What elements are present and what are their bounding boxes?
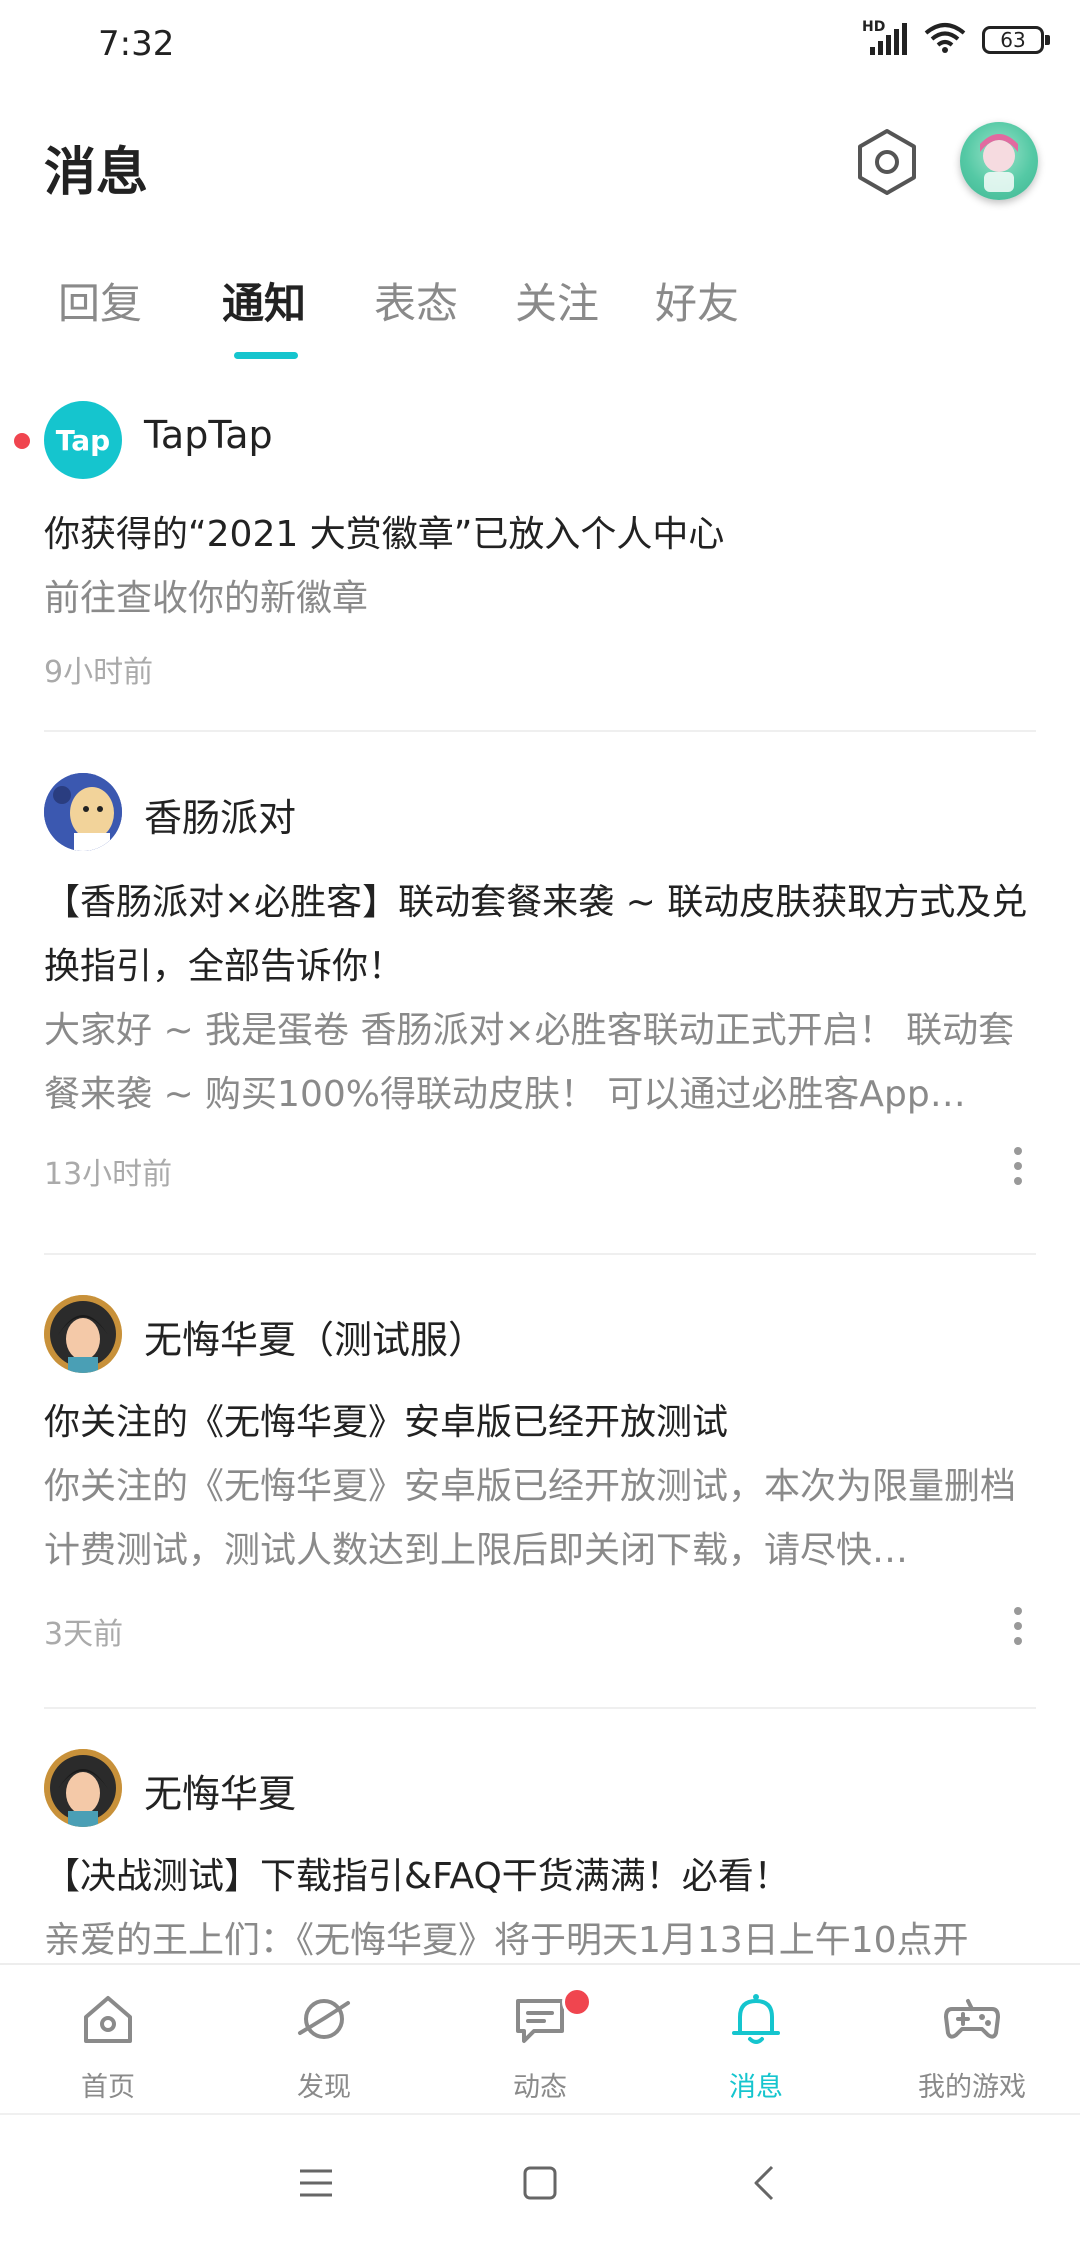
- square-icon: [523, 2166, 557, 2200]
- bell-icon: [732, 1994, 780, 2044]
- more-vertical-icon: [1014, 1147, 1022, 1185]
- notification-title: 【决战测试】下载指引&FAQ干货满满！必看！: [44, 1856, 790, 1897]
- notification-time: 9小时前: [44, 655, 154, 690]
- notification-source[interactable]: 无悔华夏: [144, 1763, 296, 1818]
- menu-button[interactable]: [286, 2153, 346, 2213]
- battery-icon: 63: [982, 26, 1050, 54]
- divider: [44, 730, 1036, 732]
- message-tabs: 回复 通知 表态 关注 好友: [0, 270, 1080, 360]
- nav-feed-label: 动态: [513, 2072, 567, 2103]
- status-bar: 7:32 HD 63: [0, 0, 1080, 90]
- tab-notification[interactable]: 通知: [222, 270, 306, 331]
- nav-my-games-label: 我的游戏: [918, 2072, 1026, 2103]
- sausage-party-avatar[interactable]: [44, 773, 122, 851]
- notification-source[interactable]: 香肠派对: [144, 787, 296, 842]
- tab-friends[interactable]: 好友: [655, 270, 739, 331]
- active-tab-indicator: [234, 352, 298, 359]
- notification-list: Tap TapTap 你获得的“2021 大赏徽章”已放入个人中心 前往查收你的…: [0, 395, 1080, 1965]
- notification-time: 3天前: [44, 1617, 124, 1652]
- wifi-icon: [924, 22, 966, 58]
- taptap-logo-icon[interactable]: Tap: [44, 401, 122, 479]
- menu-icon: [300, 2169, 332, 2197]
- planet-icon: [298, 1999, 350, 2039]
- gamepad-icon: [944, 1999, 1000, 2039]
- signal-icon: HD: [862, 19, 908, 57]
- back-button[interactable]: [736, 2153, 796, 2213]
- more-options-button[interactable]: [1000, 1601, 1036, 1651]
- page-title: 消息: [44, 143, 149, 203]
- notification-title: 你关注的《无悔华夏》安卓版已经开放测试: [44, 1402, 729, 1443]
- notification-source[interactable]: 无悔华夏（测试服）: [144, 1309, 486, 1364]
- notification-badge: [562, 1987, 592, 2017]
- system-navigation-bar: [0, 2113, 1080, 2246]
- unread-dot: [14, 433, 30, 449]
- status-time: 7:32: [98, 24, 175, 64]
- settings-button[interactable]: [850, 125, 924, 199]
- notification-source[interactable]: TapTap: [144, 413, 273, 457]
- notification-title: 【香肠派对×必胜客】联动套餐来袭 ~ 联动皮肤获取方式及兑换指引，全部告诉你！: [44, 882, 1028, 987]
- status-icons: HD 63: [862, 19, 1050, 58]
- nav-home-label: 首页: [81, 2072, 135, 2103]
- back-arrow-icon: [754, 2165, 774, 2201]
- chat-icon: [516, 1999, 564, 2043]
- nav-messages-label: 消息: [729, 2072, 783, 2103]
- more-vertical-icon: [1014, 1607, 1022, 1645]
- tab-reaction[interactable]: 表态: [374, 270, 458, 331]
- network-label: HD: [862, 19, 886, 35]
- taptap-logo-text: Tap: [55, 423, 111, 457]
- user-avatar-button[interactable]: [960, 122, 1038, 200]
- wuhui-huaxia-avatar[interactable]: [44, 1749, 122, 1827]
- notification-body: 前往查收你的新徽章: [44, 578, 369, 619]
- nav-home[interactable]: 首页: [0, 1965, 216, 2115]
- tab-follow[interactable]: 关注: [515, 270, 599, 331]
- notification-title: 你获得的“2021 大赏徽章”已放入个人中心: [44, 514, 725, 555]
- divider: [44, 1707, 1036, 1709]
- more-options-button[interactable]: [1000, 1141, 1036, 1191]
- home-button[interactable]: [510, 2153, 570, 2213]
- tab-reply[interactable]: 回复: [58, 270, 142, 331]
- nav-messages[interactable]: 消息: [648, 1965, 864, 2115]
- nav-discover[interactable]: 发现: [216, 1965, 432, 2115]
- nav-my-games[interactable]: 我的游戏: [864, 1965, 1080, 2115]
- bottom-navigation: 首页 发现 动态 消息 我的游戏: [0, 1963, 1080, 2115]
- notification-body: 大家好 ~ 我是蛋卷 香肠派对×必胜客联动正式开启！ 联动套餐来袭 ~ 购买10…: [44, 1010, 1015, 1115]
- notification-body: 亲爱的王上们：《无悔华夏》将于明天1月13日上午10点开: [44, 1920, 969, 1961]
- avatar: [980, 134, 1018, 192]
- settings-icon: [858, 129, 916, 195]
- home-icon: [84, 1996, 132, 2043]
- nav-feed[interactable]: 动态: [432, 1965, 648, 2115]
- notification-body: 你关注的《无悔华夏》安卓版已经开放测试，本次为限量删档计费测试，测试人数达到上限…: [44, 1466, 1017, 1571]
- nav-discover-label: 发现: [297, 2072, 351, 2103]
- divider: [44, 1253, 1036, 1255]
- notification-time: 13小时前: [44, 1157, 173, 1192]
- wuhui-huaxia-avatar[interactable]: [44, 1295, 122, 1373]
